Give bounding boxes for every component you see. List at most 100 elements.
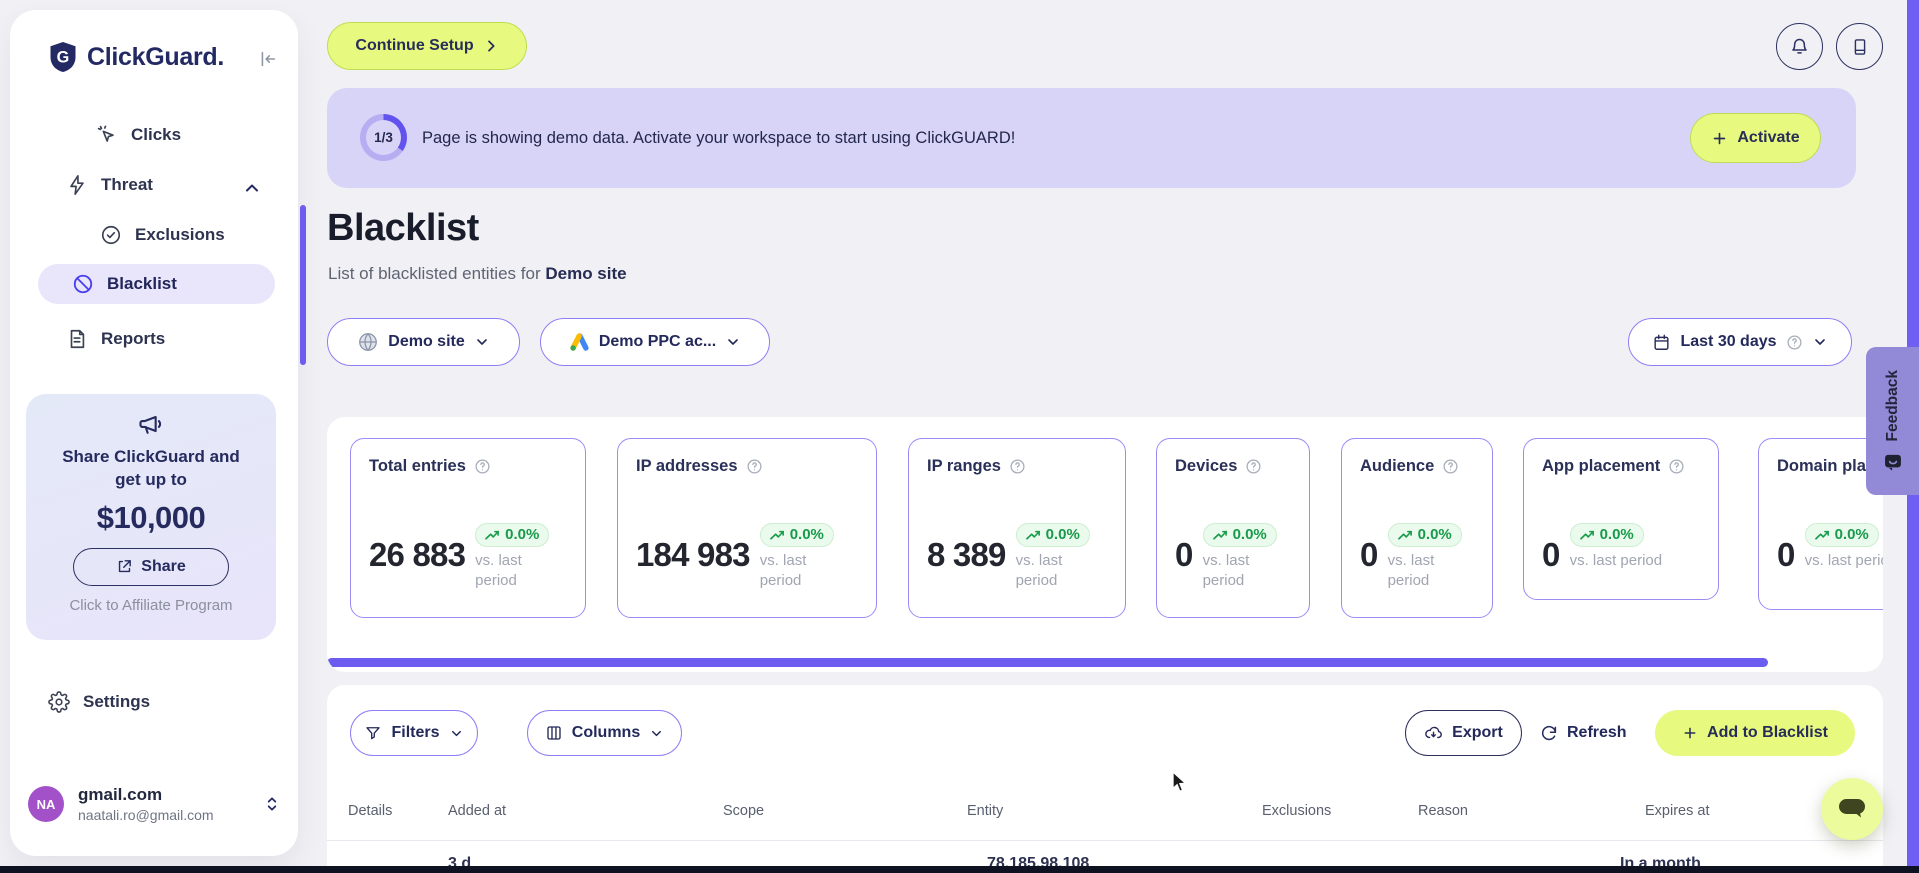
stat-card-audience: Audience 0 0.0% vs. last period <box>1341 438 1493 618</box>
sidebar-item-label: Blacklist <box>107 274 177 293</box>
chevron-down-icon <box>449 726 464 741</box>
stat-value: 0 <box>1542 536 1560 573</box>
help-circle-icon[interactable] <box>1442 458 1459 475</box>
table-divider <box>327 840 1883 841</box>
help-circle-icon[interactable] <box>474 458 491 475</box>
col-header-details[interactable]: Details <box>348 803 392 819</box>
add-to-blacklist-button[interactable]: Add to Blacklist <box>1655 710 1855 756</box>
export-button[interactable]: Export <box>1405 710 1522 756</box>
account-switcher[interactable]: NA gmail.com naatali.ro@gmail.com <box>28 785 280 823</box>
chevron-up-icon[interactable] <box>242 178 262 198</box>
badge-check-icon <box>100 224 122 246</box>
delta-badge: 0.0% <box>1015 523 1090 547</box>
trending-up-icon <box>1579 530 1594 540</box>
vs-last-period: vs. last period <box>1569 552 1663 569</box>
trending-up-icon <box>1814 530 1829 540</box>
window-bottom-edge <box>0 866 1919 873</box>
sidebar-item-label: Threat <box>101 175 153 194</box>
chat-launcher-button[interactable] <box>1821 778 1883 840</box>
site-selector[interactable]: Demo site <box>327 318 520 366</box>
sidebar-item-threat[interactable]: Threat <box>66 174 153 196</box>
stat-card-total-entries: Total entries 26 883 0.0% vs. last perio… <box>350 438 586 618</box>
columns-icon <box>545 724 563 742</box>
ppc-account-selector[interactable]: Demo PPC ac... <box>540 318 770 366</box>
feedback-smiley-icon <box>1883 452 1903 472</box>
google-ads-icon <box>569 332 590 353</box>
stat-value: 8 389 <box>927 536 1006 573</box>
vs-last-period: vs. last period <box>475 552 522 589</box>
continue-setup-button[interactable]: Continue Setup <box>327 22 527 70</box>
columns-button[interactable]: Columns <box>527 710 682 756</box>
sidebar-item-clicks[interactable]: Clicks <box>96 124 181 146</box>
sidebar-item-label: Clicks <box>131 125 182 144</box>
chevron-down-icon <box>725 334 741 350</box>
affiliate-link[interactable]: Click to Affiliate Program <box>26 597 276 614</box>
account-name: gmail.com <box>78 785 163 804</box>
horizontal-scrollbar[interactable] <box>327 658 1768 667</box>
sidebar-item-label: Reports <box>101 329 166 348</box>
row-expires-at: In a month <box>1620 855 1701 866</box>
filters-button[interactable]: Filters <box>350 710 478 756</box>
delta-badge: 0.0% <box>1569 523 1644 547</box>
stat-value: 184 983 <box>636 536 750 573</box>
activate-button[interactable]: Activate <box>1690 113 1821 163</box>
sidebar-item-blacklist[interactable]: Blacklist <box>38 264 275 304</box>
sidebar-item-label: Settings <box>83 692 151 711</box>
cloud-download-icon <box>1424 724 1443 743</box>
help-circle-icon[interactable] <box>1009 458 1026 475</box>
sidebar-item-reports[interactable]: Reports <box>66 328 165 350</box>
col-header-expires-at[interactable]: Expires at <box>1645 803 1709 819</box>
col-header-added-at[interactable]: Added at <box>448 803 506 819</box>
notifications-button[interactable] <box>1776 23 1823 70</box>
refresh-button[interactable]: Refresh <box>1540 710 1627 756</box>
plus-icon <box>1711 130 1728 147</box>
delta-badge: 0.0% <box>1202 523 1277 547</box>
stat-value: 26 883 <box>369 536 466 573</box>
chevron-down-icon <box>1812 334 1828 350</box>
delta-badge: 0.0% <box>1804 523 1879 547</box>
sidebar-item-exclusions[interactable]: Exclusions <box>100 224 225 246</box>
sidebar-item-settings[interactable]: Settings <box>48 691 150 713</box>
trending-up-icon <box>1397 530 1412 540</box>
help-circle-icon[interactable] <box>1668 458 1685 475</box>
stat-card-ip-ranges: IP ranges 8 389 0.0% vs. last period <box>908 438 1126 618</box>
feedback-tab[interactable]: Feedback <box>1866 347 1919 495</box>
row-added-at: 3 d <box>448 855 472 866</box>
stat-card-devices: Devices 0 0.0% vs. last period <box>1156 438 1310 618</box>
external-link-icon <box>116 558 133 575</box>
document-icon <box>66 328 88 350</box>
stat-card-ip-addresses: IP addresses 184 983 0.0% vs. last perio… <box>617 438 877 618</box>
help-circle-icon[interactable] <box>746 458 763 475</box>
bell-icon <box>1789 36 1810 57</box>
shield-logo-icon: G <box>50 42 76 72</box>
refresh-icon <box>1540 724 1558 742</box>
help-circle-icon[interactable] <box>1245 458 1262 475</box>
sidebar-collapse-icon[interactable] <box>256 48 278 70</box>
col-header-reason[interactable]: Reason <box>1418 803 1468 819</box>
date-range-selector[interactable]: Last 30 days <box>1628 318 1852 366</box>
docs-button[interactable] <box>1836 23 1883 70</box>
vs-last-period: vs. last period <box>1804 552 1883 569</box>
share-button[interactable]: Share <box>73 547 229 586</box>
stat-value: 0 <box>1777 536 1795 573</box>
stat-card-app-placement: App placement 0 0.0% vs. last period <box>1523 438 1719 600</box>
globe-icon <box>357 331 379 353</box>
svg-text:G: G <box>57 49 70 67</box>
help-circle-icon <box>1786 334 1803 351</box>
col-header-scope[interactable]: Scope <box>723 803 764 819</box>
trending-up-icon <box>485 530 500 540</box>
col-header-entity[interactable]: Entity <box>967 803 1003 819</box>
promo-text: Share ClickGuard and get up to <box>62 447 240 489</box>
col-header-exclusions[interactable]: Exclusions <box>1262 803 1331 819</box>
sidebar-scrollbar[interactable] <box>300 205 306 365</box>
setup-progress-ring: 1/3 <box>360 114 407 161</box>
stat-value: 0 <box>1360 536 1378 573</box>
affiliate-promo-card[interactable]: Share ClickGuard and get up to $10,000 S… <box>26 394 276 640</box>
brand-logo[interactable]: G ClickGuard. <box>48 40 224 74</box>
cursor-click-icon <box>96 124 118 146</box>
trending-up-icon <box>1025 530 1040 540</box>
setup-progress-value: 1/3 <box>374 130 393 145</box>
clickguard-app: G ClickGuard. Clicks Threat Exclusions B… <box>0 0 1919 873</box>
page-subtitle: List of blacklisted entities for Demo si… <box>328 264 627 283</box>
row-entity: 78.185.98.108 <box>987 855 1090 866</box>
